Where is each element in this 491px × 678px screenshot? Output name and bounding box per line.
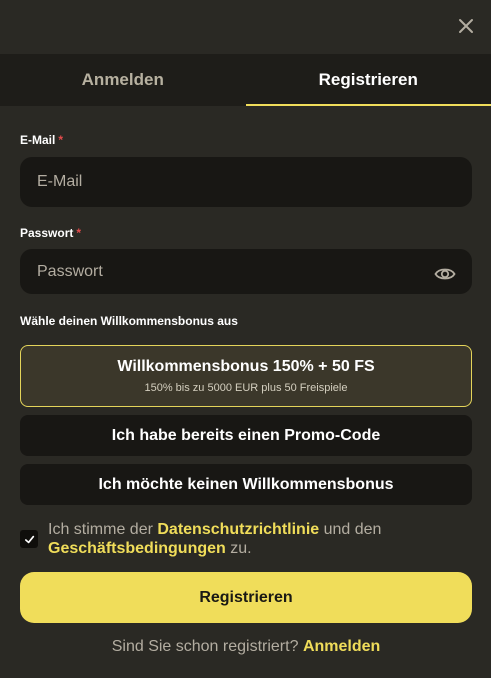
bonus-option-title: Ich habe bereits einen Promo-Code: [111, 426, 381, 444]
login-link[interactable]: Anmelden: [303, 638, 380, 655]
email-field[interactable]: E-Mail: [20, 157, 472, 207]
consent-text-part: Ich stimme der: [48, 521, 158, 538]
registration-form: E-Mail * E-Mail Passwort * Passwort Wähle …: [20, 106, 472, 656]
bonus-option-no-bonus[interactable]: Ich möchte keinen Willkommensbonus: [20, 464, 472, 505]
bonus-option-promo-code[interactable]: Ich habe bereits einen Promo-Code: [20, 415, 472, 456]
checkmark-icon: [24, 535, 34, 543]
close-icon: [459, 19, 473, 33]
privacy-policy-link[interactable]: Datenschutzrichtlinie: [157, 521, 319, 538]
bonus-option-title: Ich möchte keinen Willkommensbonus: [98, 475, 394, 493]
tab-login[interactable]: Anmelden: [0, 54, 246, 106]
bonus-option-title: Willkommensbonus 150% + 50 FS: [117, 358, 375, 375]
password-placeholder: Passwort: [37, 262, 103, 280]
consent-row: Ich stimme der Datenschutzrichtlinie und…: [20, 520, 472, 558]
eye-icon: [434, 268, 456, 280]
required-mark: *: [76, 226, 82, 240]
required-mark: *: [58, 133, 64, 147]
password-label: Passwort *: [20, 226, 472, 240]
tab-register[interactable]: Registrieren: [245, 54, 491, 106]
auth-tabs: Anmelden Registrieren: [0, 54, 491, 106]
password-visibility-toggle[interactable]: [434, 264, 456, 284]
bonus-option-welcome[interactable]: Willkommensbonus 150% + 50 FS 150% bis z…: [20, 345, 472, 407]
consent-checkbox[interactable]: [20, 530, 38, 548]
bonus-option-subtitle: 150% bis zu 5000 EUR plus 50 Freispiele: [144, 382, 348, 394]
top-bar: [0, 0, 491, 54]
login-prompt: Sind Sie schon registriert? Anmelden: [20, 638, 472, 656]
email-label: E-Mail *: [20, 133, 472, 147]
email-label-text: E-Mail: [20, 133, 56, 147]
consent-text-part: und den: [319, 521, 382, 538]
close-button[interactable]: [455, 15, 477, 37]
bonus-heading: Wähle deinen Willkommensbonus aus: [20, 314, 238, 328]
consent-text-part: zu.: [225, 540, 252, 557]
login-prompt-text: Sind Sie schon registriert?: [111, 638, 299, 655]
register-submit-button[interactable]: Registrieren: [20, 572, 472, 623]
email-placeholder: E-Mail: [37, 173, 83, 190]
password-field[interactable]: Passwort: [20, 249, 472, 294]
terms-link[interactable]: Geschäftsbedingungen: [48, 540, 226, 557]
password-label-text: Passwort: [20, 226, 74, 240]
consent-text: Ich stimme der Datenschutzrichtlinie und…: [48, 520, 381, 558]
